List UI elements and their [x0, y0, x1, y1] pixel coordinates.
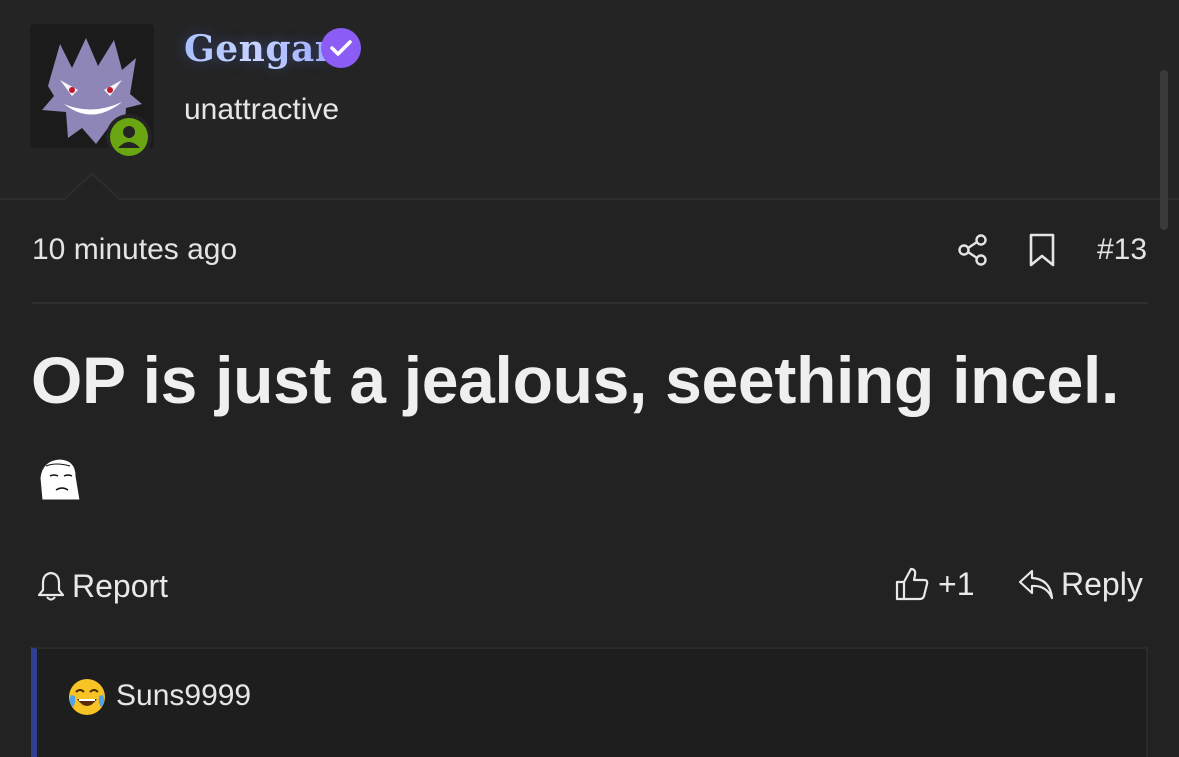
post-divider	[32, 302, 1148, 304]
quoted-reply[interactable]: Suns9999	[31, 647, 1148, 757]
share-icon[interactable]	[956, 233, 990, 267]
quoted-author-name[interactable]: Suns9999	[116, 679, 251, 713]
crying-laughing-emoji-icon	[69, 679, 105, 715]
like-button[interactable]: +1	[894, 564, 974, 604]
author-username[interactable]: Gengar	[184, 28, 334, 70]
reply-arrow-icon	[1018, 569, 1054, 600]
wojak-face-icon	[39, 458, 81, 501]
post-timestamp[interactable]: 10 minutes ago	[32, 233, 237, 267]
bell-icon	[37, 571, 65, 601]
user-icon	[110, 118, 148, 156]
header-pointer-arrow-fill	[64, 175, 120, 201]
report-label: Report	[72, 567, 169, 604]
thumbs-up-icon	[895, 567, 929, 601]
verified-check-icon	[321, 28, 361, 68]
reply-label: Reply	[1061, 565, 1143, 602]
author-user-title: unattractive	[184, 93, 340, 126]
post-body-text: OP is just a jealous, seething incel.	[31, 343, 1120, 417]
reply-button[interactable]: Reply	[1017, 564, 1143, 604]
post-author-header	[0, 0, 1179, 200]
post-number-link[interactable]: #13	[1097, 233, 1147, 267]
like-count: +1	[938, 565, 975, 602]
report-button[interactable]: Report	[36, 566, 168, 606]
online-status-badge	[106, 114, 152, 160]
scrollbar-thumb[interactable]	[1160, 70, 1168, 230]
bookmark-icon[interactable]	[1026, 232, 1058, 268]
